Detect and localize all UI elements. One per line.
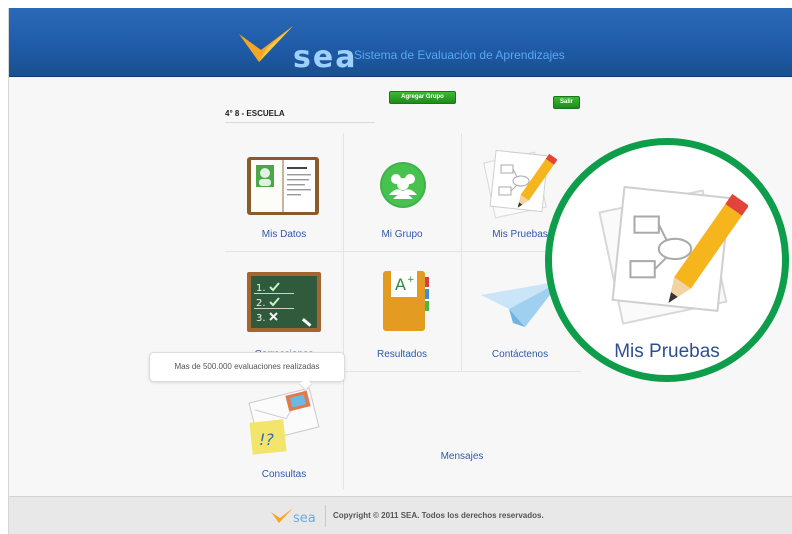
- tile-mensajes[interactable]: Mensajes: [343, 373, 581, 491]
- footer-divider: [325, 505, 326, 527]
- svg-text:3.: 3.: [256, 313, 266, 324]
- tile-mi-grupo[interactable]: Mi Grupo: [343, 133, 461, 251]
- group-icon: [380, 162, 426, 208]
- tile-label: Mi Grupo: [381, 229, 423, 240]
- chalkboard-icon: 1. 2. 3.: [247, 272, 321, 332]
- test-pencil-icon: [598, 185, 748, 325]
- zoom-label: Mis Pruebas: [614, 341, 720, 362]
- student-group-label: 4° 8 - ESCUELA: [225, 109, 375, 123]
- header-tagline: Sistema de Evaluación de Aprendizajes: [354, 48, 565, 62]
- tile-label: Consultas: [261, 469, 307, 480]
- svg-text:A: A: [395, 275, 406, 294]
- messages-bubble: Mas de 500.000 evaluaciones realizadas: [149, 352, 345, 382]
- test-pencil-icon: [483, 149, 557, 219]
- tile-consultas[interactable]: !? Consultas: [225, 373, 343, 491]
- tile-label: Mis Datos: [261, 229, 307, 240]
- svg-text:sea: sea: [293, 511, 316, 524]
- tile-label: Mensajes: [440, 451, 484, 462]
- tile-mis-datos[interactable]: Mis Datos: [225, 133, 343, 251]
- envelope-note-icon: !?: [248, 387, 320, 455]
- footer-bar: sea Copyright © 2011 SEA. Todos los dere…: [9, 496, 792, 534]
- footer-sea-logo-icon: sea: [271, 508, 316, 524]
- svg-text:!?: !?: [259, 430, 274, 449]
- logout-button[interactable]: Salir: [553, 96, 580, 109]
- header-logo-text: sea: [293, 40, 358, 75]
- header-bar: sea Sistema de Evaluación de Aprendizaje…: [9, 8, 792, 77]
- tile-label: Resultados: [376, 349, 428, 360]
- tile-resultados[interactable]: A + Resultados: [343, 253, 461, 371]
- sea-check-logo-icon: [239, 26, 293, 62]
- copyright-text: Copyright © 2011 SEA. Todos los derechos…: [333, 511, 544, 520]
- svg-text:1.: 1.: [256, 283, 266, 294]
- add-group-button[interactable]: Agregar Grupo: [389, 91, 456, 104]
- zoom-callout[interactable]: Mis Pruebas: [545, 138, 789, 382]
- menu-grid: Mis Datos Mi Grupo Mis Pruebas 1. 2. 3. …: [225, 133, 581, 493]
- app-frame: sea Sistema de Evaluación de Aprendizaje…: [8, 8, 792, 534]
- svg-text:2.: 2.: [256, 298, 266, 309]
- svg-text:+: +: [407, 275, 415, 285]
- grade-folder-icon: A +: [383, 271, 429, 331]
- notebook-icon: [247, 157, 319, 215]
